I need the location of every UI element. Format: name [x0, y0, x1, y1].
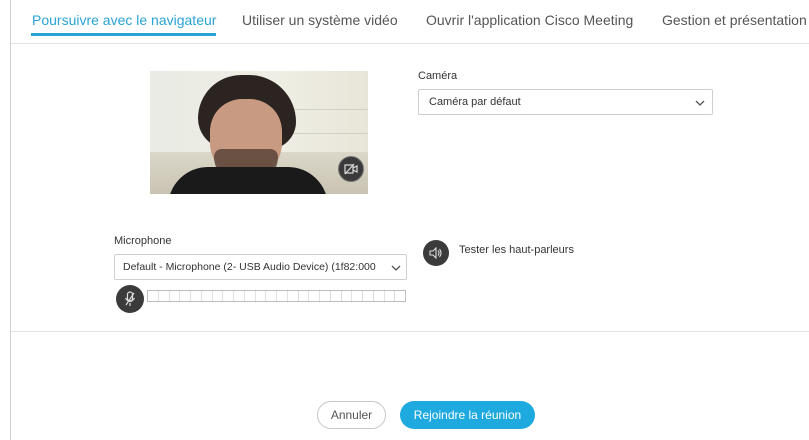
video-preview [150, 71, 368, 194]
camera-select[interactable]: Caméra par défaut [418, 89, 713, 115]
join-meeting-button[interactable]: Rejoindre la réunion [400, 401, 535, 429]
speaker-icon[interactable] [423, 240, 449, 266]
chevron-down-icon [391, 265, 401, 271]
video-off-icon[interactable] [338, 156, 364, 182]
join-options-tabs: Poursuivre avec le navigateur Utiliser u… [11, 0, 809, 44]
tab-video-system[interactable]: Utiliser un système vidéo [242, 12, 398, 28]
camera-label: Caméra [418, 70, 458, 82]
section-divider [11, 331, 809, 332]
mic-off-icon[interactable] [116, 285, 144, 313]
microphone-label: Microphone [114, 235, 172, 247]
tab-cisco-meeting-app[interactable]: Ouvrir l'application Cisco Meeting [426, 12, 633, 28]
active-tab-indicator [31, 33, 216, 36]
person-shirt [168, 167, 328, 194]
tab-management-presentation[interactable]: Gestion et présentation [662, 12, 807, 28]
microphone-select-value: Default - Microphone (2- USB Audio Devic… [123, 261, 376, 273]
camera-select-value: Caméra par défaut [429, 96, 521, 108]
chevron-down-icon [695, 100, 705, 106]
cancel-button[interactable]: Annuler [317, 401, 386, 429]
microphone-level-meter [147, 290, 406, 302]
test-speakers-label[interactable]: Tester les haut-parleurs [459, 244, 574, 256]
tab-continue-browser[interactable]: Poursuivre avec le navigateur [32, 12, 216, 28]
join-meeting-dialog: Poursuivre avec le navigateur Utiliser u… [10, 0, 809, 440]
microphone-select[interactable]: Default - Microphone (2- USB Audio Devic… [114, 254, 407, 280]
